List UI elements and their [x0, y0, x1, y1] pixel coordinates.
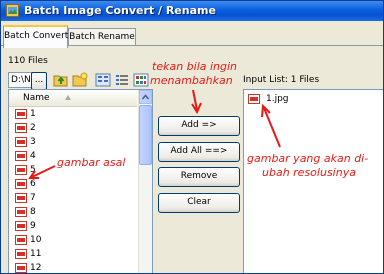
source-file-list[interactable]: Name 1 2 3 4 5 6 7 8 9 10 11 12 — [8, 89, 153, 273]
add-all-button[interactable]: Add All ==> — [158, 142, 240, 162]
jpg-file-icon — [15, 249, 27, 259]
jpg-file-icon — [15, 263, 27, 273]
tab-batch-rename[interactable]: Batch Rename — [68, 28, 136, 46]
tab-strip: Batch Convert Batch Rename — [1, 24, 383, 48]
jpg-file-icon — [15, 221, 27, 231]
remove-button[interactable]: Remove — [158, 167, 240, 187]
scroll-up-button[interactable] — [139, 90, 152, 104]
folder-up-icon[interactable] — [53, 72, 69, 88]
thumbnail-view-icon[interactable] — [133, 72, 149, 88]
sort-ascending-icon — [65, 95, 71, 100]
input-file-list[interactable]: 1.jpg — [243, 89, 383, 273]
files-count: 110 Files — [8, 56, 48, 66]
name-column-label: Name — [23, 93, 50, 103]
jpg-file-icon — [15, 179, 27, 189]
jpg-file-icon — [15, 235, 27, 245]
chevron-up-icon — [141, 94, 150, 100]
jpg-file-icon — [15, 109, 27, 119]
app-window: Batch Image Convert / Rename Batch Conve… — [0, 0, 384, 274]
title-bar[interactable]: Batch Image Convert / Rename — [1, 1, 383, 21]
jpg-file-icon — [15, 123, 27, 133]
new-folder-icon[interactable] — [72, 72, 88, 88]
jpg-file-icon — [15, 193, 27, 203]
input-list-label: Input List: 1 Files — [243, 75, 320, 85]
annotation-result-note-1: gambar yang akan di- — [247, 152, 369, 165]
annotation-result-note-2: ubah resolusinya — [262, 166, 356, 179]
tab-batch-convert[interactable]: Batch Convert — [3, 25, 68, 48]
scroll-thumb[interactable] — [139, 105, 152, 165]
add-button[interactable]: Add => — [158, 116, 240, 136]
jpg-file-icon — [15, 137, 27, 147]
clear-button[interactable]: Clear — [158, 193, 240, 213]
details-view-icon[interactable] — [114, 72, 130, 88]
jpg-file-icon — [15, 151, 27, 161]
app-icon — [6, 4, 19, 17]
window-title: Batch Image Convert / Rename — [24, 4, 216, 17]
jpg-file-icon — [15, 207, 27, 217]
annotation-add-note-1: tekan bila ingin — [152, 60, 238, 73]
vertical-scrollbar[interactable] — [138, 90, 152, 273]
name-column-header[interactable]: Name — [9, 90, 137, 107]
jpg-file-icon — [248, 94, 260, 104]
jpg-file-icon — [15, 165, 27, 175]
annotation-source-note: gambar asal — [57, 156, 126, 169]
annotation-add-note-2: menambahkan — [150, 74, 233, 87]
browse-button[interactable]: ... — [31, 72, 47, 90]
list-view-icon[interactable] — [95, 72, 111, 88]
